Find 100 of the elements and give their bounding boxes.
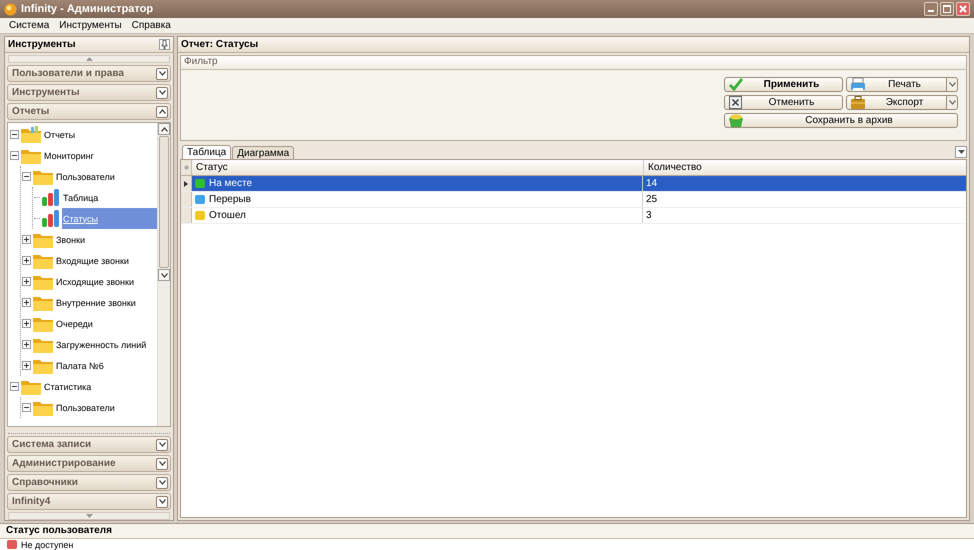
expand-icon[interactable] <box>22 235 31 244</box>
tree-item[interactable]: Статистика <box>43 380 92 394</box>
menu-item[interactable]: Инструменты <box>54 20 127 31</box>
chevron-down-icon <box>158 71 166 76</box>
expand-button[interactable] <box>156 438 168 450</box>
section-title: Инструменты <box>12 87 80 98</box>
expand-button[interactable] <box>156 458 168 470</box>
folder-chart-icon <box>20 126 42 144</box>
caret-down-icon <box>86 514 92 518</box>
printer-icon <box>850 76 866 92</box>
section-header[interactable]: Пользователи и права <box>7 65 171 82</box>
expand-icon[interactable] <box>22 340 31 349</box>
minimize-button[interactable] <box>924 2 938 16</box>
table-cell-text: Перерыв <box>208 194 251 205</box>
chevron-down-icon <box>158 461 166 466</box>
scrollbar[interactable] <box>157 123 170 426</box>
table-cell-text: На месте <box>208 178 252 189</box>
scroll-down-button[interactable] <box>158 269 170 281</box>
table-row[interactable]: Перерыв 25 <box>181 192 966 208</box>
tree-item[interactable]: Очереди <box>55 316 94 330</box>
expand-icon[interactable] <box>22 361 31 370</box>
chevron-down-icon <box>158 499 166 504</box>
collapse-icon[interactable] <box>22 172 31 181</box>
scroll-thumb[interactable] <box>159 136 169 268</box>
section-title: Пользователи и права <box>12 68 124 79</box>
app-logo-icon <box>4 2 17 16</box>
check-icon <box>728 76 744 92</box>
tab[interactable]: Таблица <box>182 145 232 159</box>
section-header[interactable]: Infinity4 <box>7 493 171 510</box>
button-label: Печать <box>887 79 922 90</box>
panel-title: Инструменты <box>8 39 76 50</box>
chevron-up-icon <box>158 109 166 114</box>
dropdown-button[interactable] <box>947 95 958 110</box>
tree-item[interactable]: Входящие звонки <box>55 254 130 268</box>
pin-button[interactable] <box>159 39 170 50</box>
section-title: Администрирование <box>12 458 116 469</box>
close-button[interactable] <box>956 2 970 16</box>
expand-button[interactable] <box>156 476 168 488</box>
collapse-icon[interactable] <box>10 151 19 160</box>
table-row[interactable]: Отошел 3 <box>181 208 966 224</box>
menu-item[interactable]: Справка <box>126 20 176 31</box>
dropdown-button[interactable] <box>947 77 958 92</box>
section-title: Infinity4 <box>12 496 50 507</box>
section-header[interactable]: Инструменты <box>7 84 171 101</box>
tree-item[interactable]: Пользователи <box>55 400 116 414</box>
chevron-down-icon <box>158 90 166 95</box>
caret-up-icon <box>86 57 92 61</box>
section-title: Отчеты <box>12 106 50 117</box>
collapse-icon[interactable] <box>22 403 31 412</box>
collapse-icon[interactable] <box>10 382 19 391</box>
report-title: Отчет: Статусы <box>181 39 258 50</box>
status-text: Не доступен <box>21 540 74 550</box>
tree-item[interactable]: Пользователи <box>55 170 116 184</box>
section-title: Справочники <box>12 477 78 488</box>
chevron-down-icon <box>948 100 956 105</box>
tree-item[interactable]: Таблица <box>62 190 100 204</box>
close-icon <box>959 5 967 13</box>
collapse-button[interactable] <box>156 106 168 118</box>
window-title: Infinity - Администратор <box>21 3 154 15</box>
column-header[interactable]: Количество <box>644 160 966 175</box>
tree-item[interactable]: Отчеты <box>43 128 76 142</box>
expand-icon[interactable] <box>22 277 31 286</box>
menu-item[interactable]: Система <box>4 20 54 31</box>
dropdown-button[interactable] <box>955 146 967 158</box>
scroll-up-button[interactable] <box>158 123 170 135</box>
section-header[interactable]: Администрирование <box>7 455 171 472</box>
column-header[interactable]: Статус <box>192 160 644 175</box>
action-button[interactable]: Применить <box>724 77 843 92</box>
tree-item[interactable]: Мониторинг <box>43 148 95 162</box>
tree-item[interactable]: Исходящие звонки <box>55 274 135 288</box>
button-label: Экспорт <box>884 97 924 108</box>
table-cell-text: Отошел <box>208 210 246 221</box>
chevron-down-icon <box>160 272 168 278</box>
maximize-icon <box>943 5 951 13</box>
collapse-icon[interactable] <box>10 130 19 139</box>
maximize-button[interactable] <box>940 2 954 16</box>
table-cell-text: 3 <box>645 209 653 223</box>
row-header[interactable] <box>181 176 192 191</box>
tree-item[interactable]: Палата №6 <box>55 358 105 372</box>
expand-icon[interactable] <box>22 256 31 265</box>
expand-icon[interactable] <box>22 319 31 328</box>
section-title: Система записи <box>12 439 92 450</box>
expand-button[interactable] <box>156 68 168 80</box>
chevron-down-icon <box>158 480 166 485</box>
tree-item[interactable]: Внутренние звонки <box>55 296 137 310</box>
expand-icon[interactable] <box>22 298 31 307</box>
action-button[interactable]: Отменить <box>724 95 843 110</box>
cancel-icon <box>728 94 744 110</box>
chevron-down-icon <box>948 82 956 87</box>
expand-button[interactable] <box>156 496 168 508</box>
section-header[interactable]: Отчеты <box>7 103 171 120</box>
expand-button[interactable] <box>156 86 168 98</box>
bar-chart-icon <box>41 188 61 206</box>
pin-icon <box>161 40 168 49</box>
tree-item[interactable]: Звонки <box>55 232 86 246</box>
section-header[interactable]: Система записи <box>7 436 171 453</box>
section-header[interactable]: Справочники <box>7 474 171 491</box>
action-button[interactable]: Сохранить в архив <box>724 113 958 128</box>
tree-item[interactable]: Загруженность линий <box>55 338 148 352</box>
tab[interactable]: Диаграмма <box>232 146 294 159</box>
